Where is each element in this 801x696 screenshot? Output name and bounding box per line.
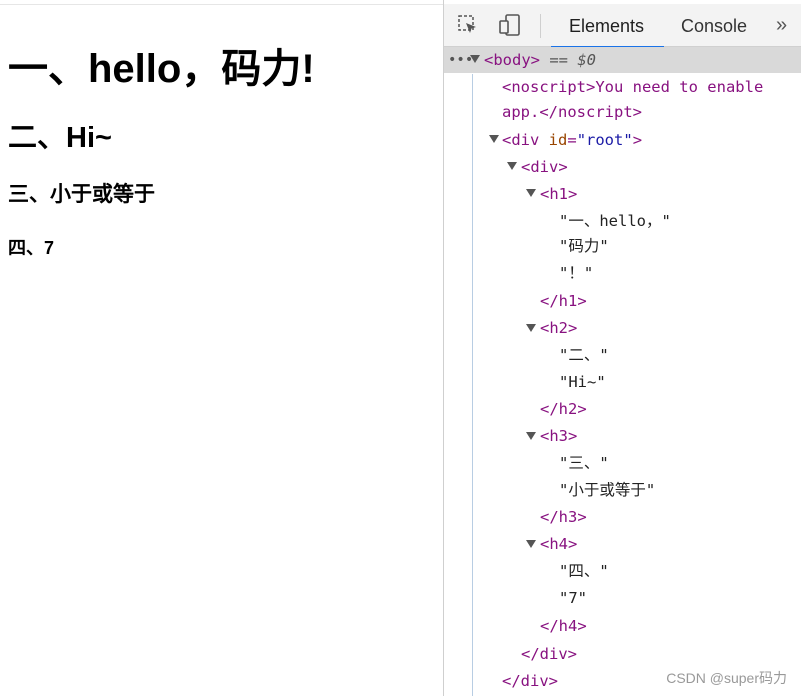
tab-elements[interactable]: Elements	[569, 16, 644, 37]
dom-node-h4-close[interactable]: </h4>	[540, 614, 587, 638]
root-tag: <div	[502, 131, 540, 149]
dom-node-div-close[interactable]: </div>	[521, 642, 577, 666]
watermark: CSDN @super码力	[666, 670, 787, 686]
h4-close-tag: </h4>	[540, 617, 587, 635]
dom-node-h2-close[interactable]: </h2>	[540, 397, 587, 421]
dom-node-noscript[interactable]: <noscript>You need to enable	[502, 75, 763, 99]
dom-node-h2[interactable]: <h2>	[540, 316, 577, 340]
dom-node-div[interactable]: <div>	[521, 155, 568, 179]
tag-text: <body>	[484, 51, 540, 69]
dom-text-node[interactable]: "码力"	[559, 234, 609, 258]
expand-triangle-icon[interactable]	[470, 55, 480, 63]
page-heading-4: 四、7	[8, 238, 55, 258]
h2-close-tag: </h2>	[540, 400, 587, 418]
h2-tag: <h2>	[540, 319, 578, 337]
dom-node-h3[interactable]: <h3>	[540, 424, 577, 448]
dom-node-h1[interactable]: <h1>	[540, 182, 577, 206]
page-heading-2: 二、Hi~	[8, 122, 112, 154]
root-attr: id	[548, 131, 568, 149]
dom-text-node[interactable]: "三、"	[559, 451, 609, 475]
device-toolbar-icon[interactable]	[499, 14, 521, 36]
dom-node-h4[interactable]: <h4>	[540, 532, 577, 556]
root-attr-value: "root"	[576, 131, 633, 149]
noscript-text: <noscript>You need to enable	[502, 78, 764, 96]
devtools-toolbar: Elements Console »	[444, 4, 801, 49]
h3-close-tag: </h3>	[540, 508, 587, 526]
div-tag: <div>	[521, 158, 568, 176]
expand-triangle-icon[interactable]	[526, 540, 536, 548]
h1-close-tag: </h1>	[540, 292, 587, 310]
page-heading-1: 一、hello，码力!	[8, 47, 315, 91]
tab-console[interactable]: Console	[681, 16, 747, 37]
dom-text-node[interactable]: "小于或等于"	[559, 478, 655, 502]
more-tabs-icon[interactable]: »	[776, 14, 787, 37]
inspect-element-icon[interactable]	[457, 14, 479, 36]
expand-triangle-icon[interactable]	[526, 432, 536, 440]
root-close-tag: </div>	[502, 672, 558, 690]
root-tag-close: >	[632, 131, 643, 149]
div-close-tag: </div>	[521, 645, 577, 663]
rendered-page: 一、hello，码力! 二、Hi~ 三、小于或等于 四、7	[0, 0, 443, 696]
expand-triangle-icon[interactable]	[507, 162, 517, 170]
expand-triangle-icon[interactable]	[526, 324, 536, 332]
h4-tag: <h4>	[540, 535, 578, 553]
toolbar-separator	[540, 14, 541, 38]
h3-tag: <h3>	[540, 427, 578, 445]
dom-node-body[interactable]: ••• <body> == $0	[444, 47, 801, 73]
dom-node-h1-close[interactable]: </h1>	[540, 289, 587, 313]
expand-triangle-icon[interactable]	[526, 189, 536, 197]
dom-text-node[interactable]: "7"	[559, 586, 587, 610]
dom-node-root-close[interactable]: </div>	[502, 669, 558, 693]
dom-node-h3-close[interactable]: </h3>	[540, 505, 587, 529]
dom-node-noscript-cont[interactable]: app.</noscript>	[502, 100, 642, 124]
indent-guide	[472, 74, 473, 696]
dom-text-node[interactable]: "四、"	[559, 559, 609, 583]
selected-indicator: == $0	[549, 51, 597, 69]
expand-triangle-icon[interactable]	[489, 135, 499, 143]
dom-node-root[interactable]: <div id="root">	[502, 128, 642, 152]
dom-text-node[interactable]: "！"	[559, 261, 593, 285]
dom-text-node[interactable]: "Hi~"	[559, 370, 606, 394]
noscript-text-cont: app.</noscript>	[502, 103, 642, 121]
dom-text-node[interactable]: "二、"	[559, 343, 609, 367]
devtools-panel: Elements Console » ••• <body> == $0 <nos…	[443, 0, 801, 696]
page-heading-3: 三、小于或等于	[8, 183, 155, 206]
h1-tag: <h1>	[540, 185, 578, 203]
dom-text-node[interactable]: "一、hello，"	[559, 209, 671, 233]
dom-tree: ••• <body> == $0 <noscript>You need to e…	[444, 47, 801, 696]
